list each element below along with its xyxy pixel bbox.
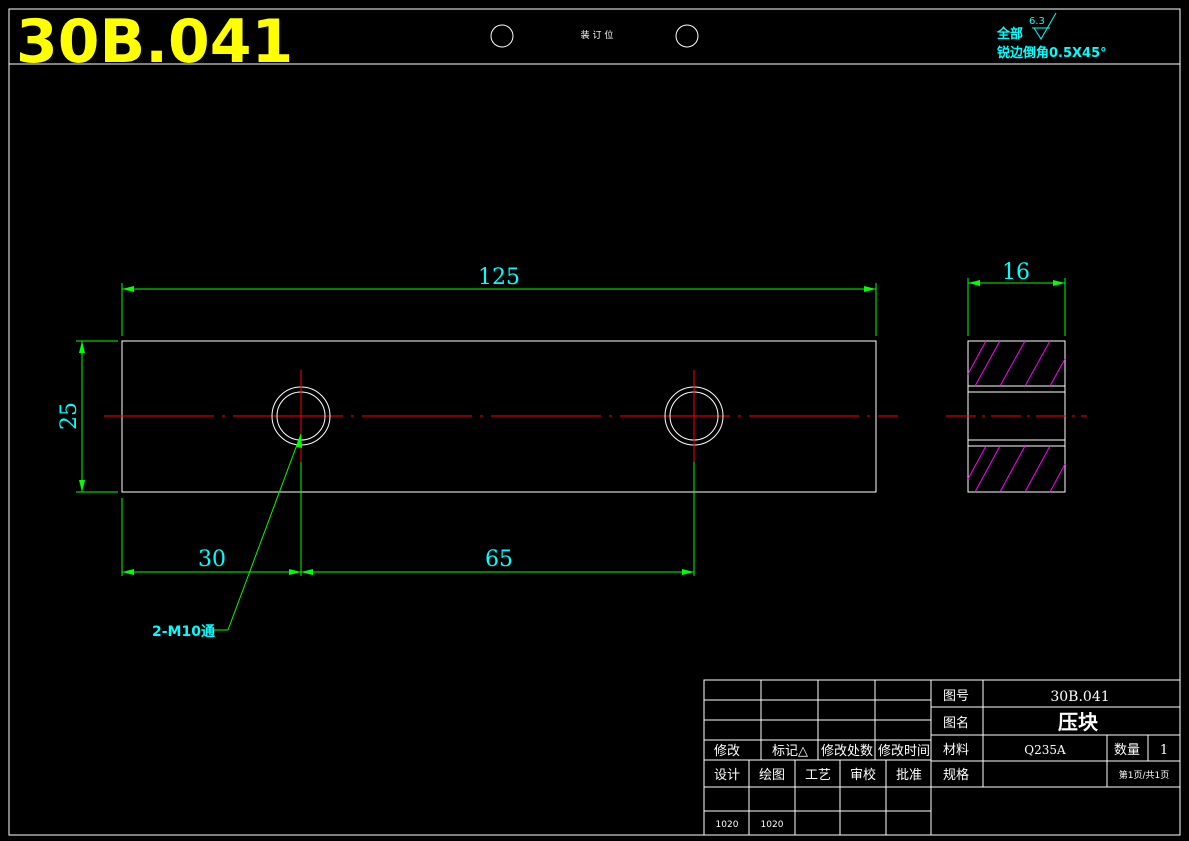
dim-text-16: 16 — [1002, 260, 1030, 285]
binding-hole-right — [675, 24, 699, 48]
dimension-thickness: 16 — [967, 260, 1066, 336]
drawing-sheet: 30B.041 装 订 位 全部 6.3 锐边倒角0.5X45° 125 25 — [8, 7, 1181, 836]
signature-designer: 1020 — [716, 820, 739, 830]
approval-header-3: 工艺 — [805, 768, 831, 783]
rev-header-1: 修改 — [714, 744, 740, 759]
chamfer-note: 锐边倒角0.5X45° — [997, 45, 1107, 61]
hatch-lower — [967, 445, 1066, 493]
label-spec: 规格 — [943, 767, 969, 783]
approval-header-5: 批准 — [896, 768, 922, 783]
dimension-hole-offset: 30 — [122, 547, 301, 575]
label-quantity: 数量 — [1114, 743, 1140, 758]
hole-callout: 2-M10通 — [152, 624, 215, 640]
quantity: 1 — [1160, 743, 1168, 758]
label-name: 图名 — [943, 715, 969, 731]
hatch-upper — [967, 340, 1066, 387]
sheet-number: 第1页/共1页 — [1119, 769, 1170, 781]
surface-note: 全部 — [996, 26, 1023, 42]
binding-hole-left — [490, 24, 514, 48]
hole-callout-leader — [214, 433, 302, 631]
drawing-code-header: 30B.041 — [16, 7, 293, 77]
binding-label: 装 订 位 — [581, 29, 614, 41]
dimension-hole-spacing: 65 — [301, 547, 694, 575]
material: Q235A — [1024, 743, 1066, 757]
label-drawing-no: 图号 — [943, 689, 969, 704]
approval-header-4: 审校 — [850, 767, 876, 783]
drawing-no: 30B.041 — [1050, 689, 1109, 705]
rev-header-3: 修改处数 — [821, 744, 873, 759]
dim-text-65: 65 — [485, 547, 513, 572]
dim-text-125: 125 — [478, 265, 520, 290]
label-material: 材料 — [943, 743, 969, 758]
sheet-border — [8, 8, 1181, 836]
side-view — [946, 340, 1087, 493]
dimension-overall-length: 125 — [121, 265, 877, 336]
rev-header-2: 标记△ — [772, 744, 808, 759]
approval-header-2: 绘图 — [759, 768, 785, 783]
part-name: 压块 — [1058, 710, 1099, 734]
signature-drafter: 1020 — [761, 820, 784, 830]
approval-header-1: 设计 — [714, 768, 740, 783]
dim-text-30: 30 — [198, 547, 226, 572]
rev-header-4: 修改时间 — [878, 744, 930, 759]
dim-text-25: 25 — [57, 402, 82, 430]
roughness-value: 6.3 — [1029, 16, 1045, 27]
